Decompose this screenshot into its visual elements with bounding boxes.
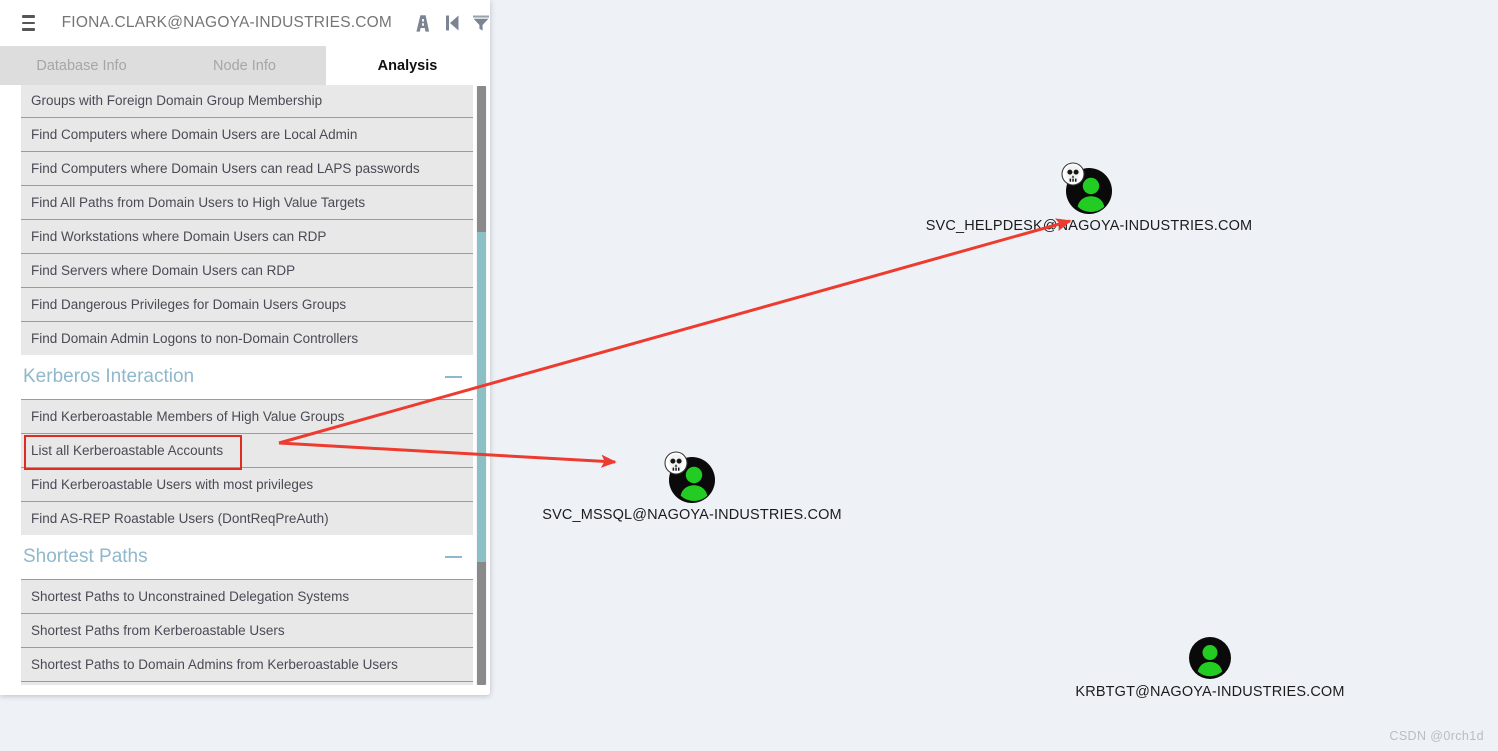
section-header-shortest-paths[interactable]: Shortest Paths [21, 535, 473, 579]
query-item[interactable]: Find All Paths from Domain Users to High… [21, 185, 473, 219]
query-item[interactable]: Find Computers where Domain Users can re… [21, 151, 473, 185]
query-item[interactable]: Groups with Foreign Domain Group Members… [21, 85, 473, 117]
query-item[interactable]: Find AS-REP Roastable Users (DontReqPreA… [21, 501, 473, 535]
panel-scrollbar[interactable] [476, 86, 487, 685]
query-item[interactable]: Find Dangerous Privileges for Domain Use… [21, 287, 473, 321]
hamburger-menu-icon[interactable] [22, 15, 35, 31]
node-circle [1189, 637, 1231, 679]
query-item[interactable]: Shortest Paths from Kerberoastable Users [21, 613, 473, 647]
minus-icon[interactable] [445, 556, 462, 558]
analysis-panel: FIONA.CLARK@NAGOYA-INDUSTRIES.COM Databa… [0, 0, 490, 695]
skull-icon [1061, 162, 1085, 186]
skull-icon [664, 451, 688, 475]
watermark: CSDN @0rch1d [1389, 729, 1484, 743]
section-header-kerberos-interaction[interactable]: Kerberos Interaction [21, 355, 473, 399]
query-item-list-all-kerberoastable-accounts[interactable]: List all Kerberoastable Accounts [21, 433, 473, 467]
filter-icon[interactable] [472, 10, 490, 36]
node-label: KRBTGT@NAGOYA-INDUSTRIES.COM [1075, 684, 1345, 700]
query-item[interactable]: Find Workstations where Domain Users can… [21, 219, 473, 253]
back-icon[interactable] [444, 10, 460, 36]
pathfinding-icon[interactable] [414, 10, 432, 36]
query-item[interactable]: Find Servers where Domain Users can RDP [21, 253, 473, 287]
query-item[interactable]: Shortest Paths to Domain Admins from Ker… [21, 647, 473, 681]
query-item[interactable]: Find Kerberoastable Members of High Valu… [21, 399, 473, 433]
tab-analysis[interactable]: Analysis [326, 46, 489, 85]
section-title: Kerberos Interaction [23, 366, 195, 387]
tab-node-info[interactable]: Node Info [163, 46, 326, 85]
current-user-label: FIONA.CLARK@NAGOYA-INDUSTRIES.COM [61, 14, 392, 31]
analysis-query-list[interactable]: Groups with Foreign Domain Group Members… [21, 85, 473, 685]
tab-database-info[interactable]: Database Info [0, 46, 163, 85]
section-title: Shortest Paths [23, 546, 148, 567]
user-icon [1197, 645, 1223, 677]
query-item[interactable]: Find Domain Admin Logons to non-Domain C… [21, 321, 473, 355]
query-item[interactable]: Shortest Paths to Unconstrained Delegati… [21, 579, 473, 613]
query-item[interactable]: Find Computers where Domain Users are Lo… [21, 117, 473, 151]
title-bar: FIONA.CLARK@NAGOYA-INDUSTRIES.COM [0, 0, 490, 46]
node-label: SVC_MSSQL@NAGOYA-INDUSTRIES.COM [542, 507, 842, 523]
node-label: SVC_HELPDESK@NAGOYA-INDUSTRIES.COM [925, 218, 1253, 234]
scrollbar-thumb[interactable] [477, 232, 486, 562]
query-item[interactable]: Find Kerberoastable Users with most priv… [21, 467, 473, 501]
query-item[interactable] [21, 681, 473, 685]
minus-icon[interactable] [445, 376, 462, 378]
tab-bar: Database Info Node Info Analysis [0, 46, 490, 85]
